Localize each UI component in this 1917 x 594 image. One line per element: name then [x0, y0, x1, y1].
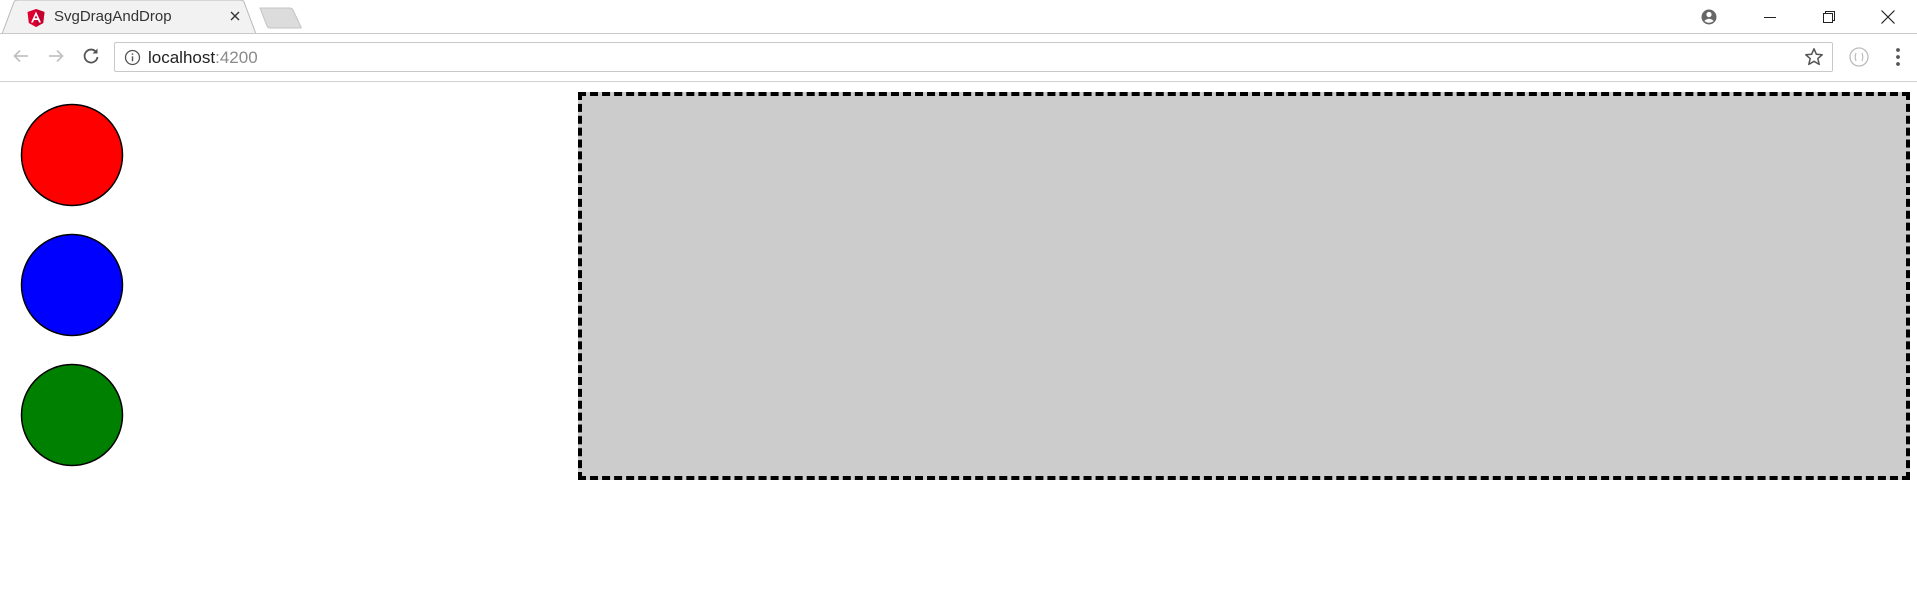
- close-icon: [1881, 10, 1895, 24]
- profile-icon[interactable]: [1696, 4, 1722, 30]
- browser-tab[interactable]: SvgDragAndDrop: [0, 0, 258, 34]
- url-host: localhost: [148, 48, 216, 67]
- bookmark-star-icon[interactable]: [1804, 47, 1824, 67]
- page-viewport: [0, 82, 1917, 594]
- restore-icon: [1823, 11, 1835, 23]
- minimize-button[interactable]: [1741, 0, 1799, 34]
- info-icon[interactable]: [124, 49, 141, 66]
- green-circle[interactable]: [20, 363, 124, 467]
- blue-circle[interactable]: [20, 233, 124, 337]
- new-tab-button[interactable]: [258, 7, 304, 29]
- browser-titlebar: SvgDragAndDrop: [0, 0, 1917, 34]
- close-tab-icon[interactable]: [227, 8, 243, 24]
- address-bar[interactable]: localhost:4200: [114, 42, 1833, 72]
- url-text: localhost:4200: [148, 48, 258, 68]
- back-button[interactable]: [8, 43, 34, 69]
- close-window-button[interactable]: [1859, 0, 1917, 34]
- drop-zone[interactable]: [578, 92, 1910, 480]
- tab-title: SvgDragAndDrop: [54, 8, 172, 25]
- reload-icon: [83, 48, 99, 64]
- minimize-icon: [1764, 17, 1776, 18]
- url-port: :4200: [215, 48, 258, 67]
- angular-logo-icon: [27, 9, 45, 27]
- more-menu-icon[interactable]: [1886, 45, 1910, 69]
- red-circle[interactable]: [20, 103, 124, 207]
- browser-toolbar: localhost:4200: [0, 34, 1917, 82]
- reload-button[interactable]: [78, 43, 104, 69]
- forward-button[interactable]: [43, 43, 69, 69]
- restore-button[interactable]: [1800, 0, 1858, 34]
- forward-arrow-icon: [49, 49, 64, 63]
- extension-icon[interactable]: [1847, 45, 1871, 69]
- back-arrow-icon: [13, 49, 28, 63]
